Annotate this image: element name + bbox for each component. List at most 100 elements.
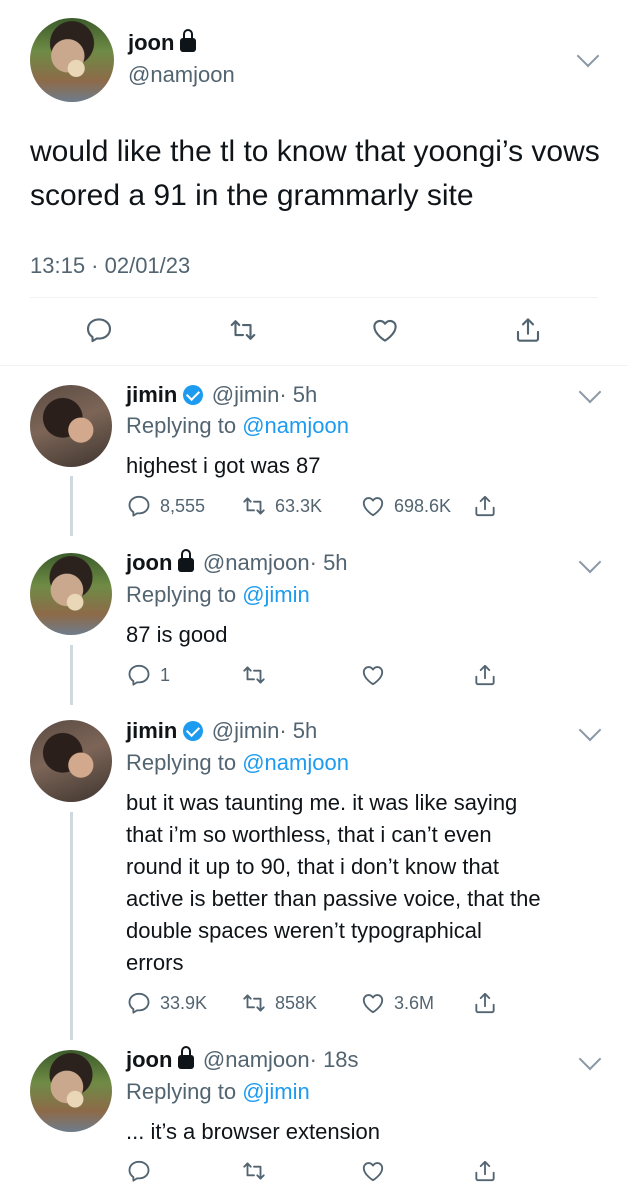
replying-to-link[interactable]: @namjoon (242, 750, 349, 775)
reply-handle[interactable]: @jimin (212, 382, 280, 407)
reply-text: highest i got was 87 (126, 453, 321, 478)
chevron-down-icon[interactable] (578, 380, 602, 404)
reply-handle[interactable]: @namjoon (203, 1047, 310, 1072)
reply-text: ... it’s a browser extension (126, 1119, 380, 1144)
share-icon (472, 1158, 498, 1184)
like-icon[interactable] (370, 315, 400, 345)
main-divider (30, 297, 598, 298)
replying-to-link[interactable]: @namjoon (242, 413, 349, 438)
share-icon (472, 493, 498, 519)
replying-to: Replying to @jimin (126, 1079, 310, 1104)
reply-name[interactable]: joon (126, 1047, 172, 1072)
share-icon (472, 662, 498, 688)
chevron-down-icon[interactable] (576, 44, 600, 68)
like-button[interactable] (360, 662, 386, 688)
reply-text-line: double spaces weren’t typographical (126, 918, 482, 943)
reply-handle[interactable]: @namjoon (203, 550, 310, 575)
reply-count: 1 (160, 664, 171, 685)
reply-button[interactable] (126, 1158, 152, 1184)
share-button[interactable] (472, 493, 498, 519)
reply-actions: 1 (126, 662, 596, 692)
main-tweet-text: would like the tl to know that yoongi’s … (30, 135, 600, 212)
reply-header: jimin @jimin· 5h (126, 718, 317, 744)
lock-icon (178, 549, 195, 572)
reply-time[interactable]: · 5h (279, 718, 317, 743)
reply-text: but it was taunting me. it was like sayi… (126, 787, 606, 979)
like-button[interactable]: 698.6K (360, 493, 451, 519)
reply-time[interactable]: · 18s (310, 1047, 359, 1072)
reply-time[interactable]: · 5h (310, 550, 348, 575)
reply-name[interactable]: joon (126, 550, 172, 575)
replying-to-link[interactable]: @jimin (242, 1079, 310, 1104)
reply-icon (126, 1158, 152, 1184)
share-button[interactable] (472, 1158, 498, 1184)
like-count: 698.6K (394, 495, 452, 516)
thread-line (70, 812, 73, 1040)
retweet-button[interactable]: 858K (241, 990, 317, 1016)
retweet-button[interactable] (241, 662, 267, 688)
reply-avatar[interactable] (30, 385, 112, 467)
like-button[interactable] (360, 1158, 386, 1184)
reply-header: joon @namjoon· 18s (126, 1046, 359, 1073)
reply-text-line: but it was taunting me. it was like sayi… (126, 790, 518, 815)
lock-icon (178, 1046, 195, 1069)
main-handle[interactable]: @namjoon (128, 62, 235, 88)
reply-text-line: errors (126, 950, 184, 975)
reply-button[interactable]: 8,555 (126, 493, 205, 519)
reply-handle[interactable]: @jimin (212, 718, 280, 743)
like-icon (360, 1158, 386, 1184)
chevron-down-icon[interactable] (578, 718, 602, 742)
section-divider (0, 365, 628, 366)
replying-to-link[interactable]: @jimin (242, 582, 310, 607)
reply-name[interactable]: jimin (126, 382, 177, 407)
chevron-down-icon[interactable] (578, 1047, 602, 1071)
like-button[interactable]: 3.6M (360, 990, 434, 1016)
lock-icon (180, 29, 197, 52)
reply-actions (126, 1158, 596, 1188)
replying-to: Replying to @namjoon (126, 413, 349, 438)
main-avatar[interactable] (30, 18, 114, 102)
reply-avatar[interactable] (30, 1050, 112, 1132)
reply-button[interactable]: 33.9K (126, 990, 207, 1016)
reply-icon (126, 662, 152, 688)
reply-icon[interactable] (84, 315, 114, 345)
retweet-button[interactable]: 63.3K (241, 493, 322, 519)
main-name[interactable]: joon (128, 30, 174, 55)
reply-count: 33.9K (160, 992, 208, 1013)
reply-time[interactable]: · 5h (279, 382, 317, 407)
verified-icon (183, 721, 204, 741)
reply-icon (126, 990, 152, 1016)
replying-to: Replying to @jimin (126, 582, 310, 607)
chevron-down-icon[interactable] (578, 550, 602, 574)
share-icon[interactable] (513, 315, 543, 345)
reply-button[interactable]: 1 (126, 662, 170, 688)
retweet-icon[interactable] (228, 315, 258, 345)
retweet-icon (241, 990, 267, 1016)
replying-to: Replying to @namjoon (126, 750, 349, 775)
reply-text: 87 is good (126, 622, 228, 647)
reply-actions: 33.9K 858K 3.6M (126, 990, 596, 1020)
retweet-icon (241, 662, 267, 688)
reply-avatar[interactable] (30, 720, 112, 802)
retweet-icon (241, 493, 267, 519)
retweet-button[interactable] (241, 1158, 267, 1184)
main-author-name[interactable]: joon (128, 29, 197, 56)
reply-header: jimin @jimin· 5h (126, 382, 317, 408)
reply-text-line: that i’m so worthless, that i can’t even (126, 822, 492, 847)
share-icon (472, 990, 498, 1016)
retweet-icon (241, 1158, 267, 1184)
like-count: 3.6M (394, 992, 435, 1013)
reply-count: 8,555 (160, 495, 206, 516)
like-icon (360, 493, 386, 519)
main-timestamp[interactable]: 13:15 · 02/01/23 (30, 253, 190, 279)
share-button[interactable] (472, 662, 498, 688)
like-icon (360, 662, 386, 688)
thread-line (70, 645, 73, 705)
reply-text-line: round it up to 90, that i don’t know tha… (126, 854, 500, 879)
retweet-count: 63.3K (275, 495, 323, 516)
reply-avatar[interactable] (30, 553, 112, 635)
like-icon (360, 990, 386, 1016)
reply-name[interactable]: jimin (126, 718, 177, 743)
share-button[interactable] (472, 990, 498, 1016)
reply-header: joon @namjoon· 5h (126, 549, 348, 576)
